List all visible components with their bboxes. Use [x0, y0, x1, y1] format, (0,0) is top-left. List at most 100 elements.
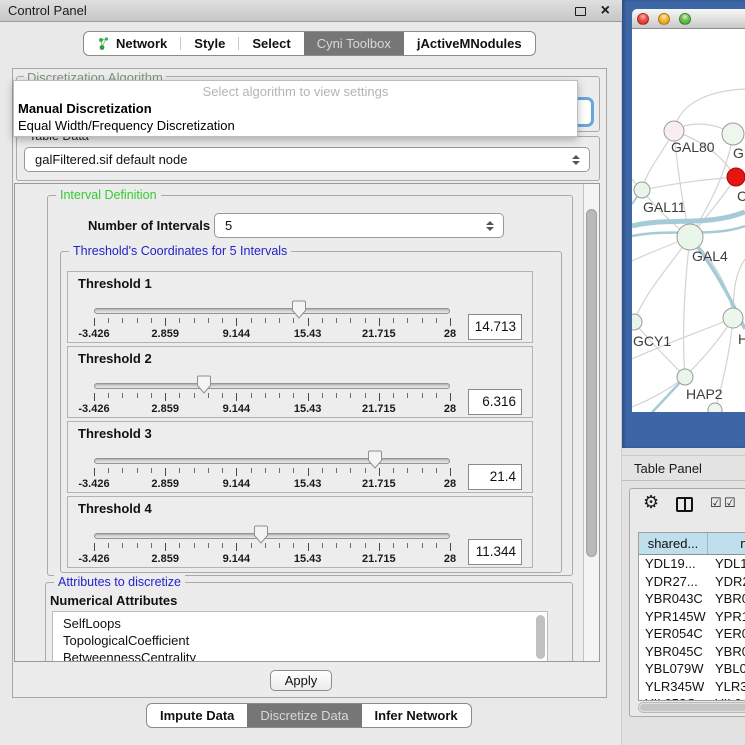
- cell: YLR3: [708, 678, 745, 696]
- tab-select[interactable]: Select: [239, 32, 303, 55]
- threshold-3-value-field[interactable]: 21.4: [468, 464, 522, 490]
- tab-infer-network[interactable]: Infer Network: [362, 704, 471, 727]
- slider-track[interactable]: [94, 383, 450, 389]
- tick-mark: [265, 543, 266, 548]
- table-panel: ⚙ ☑ ☑ shared... na YDL19...YDL1 YDR27...…: [629, 488, 745, 717]
- threshold-1-panel: Threshold 1 -3.426 2.859 9.144: [67, 271, 533, 343]
- tick-mark: [293, 318, 294, 323]
- slider-track[interactable]: [94, 308, 450, 314]
- algorithm-option-manual[interactable]: Manual Discretization: [18, 101, 152, 116]
- columns-icon[interactable]: [676, 497, 693, 512]
- number-of-intervals-combobox[interactable]: 5: [214, 213, 504, 238]
- table-row[interactable]: YPR145WYPR1: [639, 608, 745, 626]
- threshold-4-value-field[interactable]: 11.344: [468, 539, 522, 565]
- list-item[interactable]: SelfLoops: [53, 615, 547, 632]
- node-label-gcy1: GCY1: [633, 333, 671, 349]
- checkbox-checked-icon[interactable]: ☑: [724, 495, 736, 511]
- node-hap2: [677, 369, 693, 385]
- tick-mark: [137, 468, 138, 473]
- slider-track[interactable]: [94, 533, 450, 539]
- tab-network[interactable]: Network: [84, 32, 180, 55]
- list-item[interactable]: BetweennessCentrality: [53, 649, 547, 662]
- list-item[interactable]: TopologicalCoefficient: [53, 632, 547, 649]
- column-header-shared-name[interactable]: shared...: [639, 533, 708, 554]
- scale-label: 2.859: [151, 553, 179, 565]
- gear-icon[interactable]: ⚙: [643, 492, 659, 513]
- slider-track[interactable]: [94, 458, 450, 464]
- tab-impute-data[interactable]: Impute Data: [147, 704, 247, 727]
- close-traffic-light-icon[interactable]: [637, 13, 649, 25]
- table-row[interactable]: YIL052CYIL0: [639, 695, 745, 701]
- float-window-icon[interactable]: [575, 7, 586, 16]
- tick-mark: [208, 393, 209, 398]
- column-header-name[interactable]: na: [708, 533, 745, 554]
- scrollbar-thumb[interactable]: [640, 704, 745, 711]
- threshold-1-value-field[interactable]: 14.713: [468, 314, 522, 340]
- node-table[interactable]: shared... na YDL19...YDL1 YDR27...YDR2 Y…: [638, 532, 745, 701]
- slider-thumb[interactable]: [368, 450, 383, 469]
- interval-definition-label: Interval Definition: [56, 188, 161, 202]
- slider-thumb[interactable]: [197, 375, 212, 394]
- apply-button[interactable]: Apply: [270, 670, 332, 691]
- table-row[interactable]: YLR345WYLR3: [639, 678, 745, 696]
- threshold-3-slider[interactable]: -3.426 2.859 9.144 15.43 21.715 28: [94, 452, 450, 492]
- tick-mark: [365, 543, 366, 548]
- tick-mark: [279, 543, 280, 548]
- slider-thumb[interactable]: [292, 300, 307, 319]
- number-of-intervals-value: 5: [225, 218, 232, 233]
- numerical-attributes-list[interactable]: SelfLoops TopologicalCoefficient Between…: [52, 611, 548, 662]
- tick-mark: [179, 468, 180, 473]
- minimize-traffic-light-icon[interactable]: [658, 13, 670, 25]
- tick-mark: [179, 318, 180, 323]
- control-panel-tabbar: Network Style Select Cyni Toolbox jActiv…: [83, 31, 536, 56]
- scale-label: 9.144: [223, 328, 251, 340]
- tick-mark: [365, 393, 366, 398]
- algorithm-option-equal-width[interactable]: Equal Width/Frequency Discretization: [18, 118, 235, 133]
- settings-vertical-scrollbar[interactable]: [583, 184, 599, 661]
- tab-discretize-data[interactable]: Discretize Data: [247, 704, 361, 727]
- zoom-traffic-light-icon[interactable]: [679, 13, 691, 25]
- control-panel-title: Control Panel: [8, 3, 87, 18]
- scrollbar-thumb[interactable]: [586, 209, 597, 557]
- tick-mark: [165, 468, 166, 476]
- table-row[interactable]: YBR043CYBR0: [639, 590, 745, 608]
- network-view-window: GAL80 G. C GAL11 GAL4 GCY1 H HAP2: [622, 0, 745, 448]
- list-scrollbar-thumb[interactable]: [536, 615, 545, 659]
- tab-jactivemnodules[interactable]: jActiveMNodules: [404, 32, 535, 55]
- node-gal4: [677, 224, 703, 250]
- tab-cyni-toolbox[interactable]: Cyni Toolbox: [304, 32, 404, 55]
- attributes-group: Attributes to discretize Numerical Attri…: [45, 582, 573, 662]
- table-row[interactable]: YBR045CYBR0: [639, 643, 745, 661]
- table-data-combobox[interactable]: galFiltered.sif default node: [24, 147, 590, 172]
- tab-style[interactable]: Style: [181, 32, 238, 55]
- table-horizontal-scrollbar[interactable]: [638, 702, 745, 713]
- cell: YER0: [708, 625, 745, 643]
- threshold-2-slider[interactable]: -3.426 2.859 9.144 15.43 21.715 28: [94, 377, 450, 417]
- node-label-partial-c: C: [737, 188, 745, 204]
- scale-label: 9.144: [223, 553, 251, 565]
- tick-mark: [308, 318, 309, 326]
- tick-mark: [108, 543, 109, 548]
- tick-mark: [293, 468, 294, 473]
- checkbox-checked-icon[interactable]: ☑: [710, 495, 722, 511]
- number-of-intervals-label: Number of Intervals: [88, 218, 210, 233]
- threshold-4-slider[interactable]: -3.426 2.859 9.144 15.43 21.715 28: [94, 527, 450, 567]
- table-row[interactable]: YER054CYER0: [639, 625, 745, 643]
- tab-impute-data-label: Impute Data: [160, 708, 234, 723]
- tick-mark: [379, 318, 380, 326]
- network-canvas[interactable]: GAL80 G. C GAL11 GAL4 GCY1 H HAP2: [632, 29, 745, 412]
- node-partial-top-right: [722, 123, 744, 145]
- threshold-1-slider[interactable]: -3.426 2.859 9.144 15.43 21.715 28: [94, 302, 450, 342]
- tick-mark: [379, 393, 380, 401]
- cell: YBL079W: [639, 660, 708, 678]
- close-icon[interactable]: ×: [601, 1, 610, 21]
- tick-mark: [236, 543, 237, 551]
- table-row[interactable]: YDL19...YDL1: [639, 555, 745, 573]
- tick-mark: [108, 468, 109, 473]
- table-row[interactable]: YDR27...YDR2: [639, 573, 745, 591]
- table-row[interactable]: YBL079WYBL0: [639, 660, 745, 678]
- tab-jactivemnodules-label: jActiveMNodules: [417, 36, 522, 51]
- scale-label: 15.43: [294, 478, 322, 490]
- slider-thumb[interactable]: [254, 525, 269, 544]
- threshold-2-value-field[interactable]: 6.316: [468, 389, 522, 415]
